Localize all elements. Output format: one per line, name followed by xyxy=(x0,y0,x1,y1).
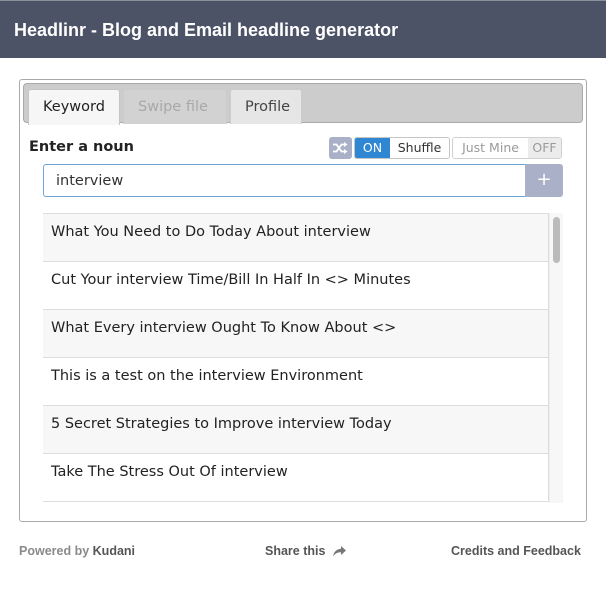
headline-item[interactable]: This is a test on the interview Environm… xyxy=(43,358,549,406)
headline-item[interactable]: 5 Secret Strategies to Improve interview… xyxy=(43,406,549,454)
powered-by: Powered by Kudani xyxy=(19,544,135,558)
main-panel: Keyword Swipe file Profile Enter a noun … xyxy=(19,79,587,522)
shuffle-toggle[interactable]: ON Shuffle xyxy=(354,137,450,159)
noun-label: Enter a noun xyxy=(29,139,134,155)
share-arrow-icon xyxy=(333,545,347,556)
app-title: Headlinr - Blog and Email headline gener… xyxy=(14,20,399,40)
tab-bar: Keyword Swipe file Profile xyxy=(23,83,583,125)
tab-swipe-file[interactable]: Swipe file xyxy=(123,89,227,124)
share-label: Share this xyxy=(265,544,326,558)
just-mine-toggle[interactable]: Just Mine OFF xyxy=(452,137,562,159)
shuffle-icon xyxy=(333,142,348,154)
headline-list-scrollbar[interactable] xyxy=(549,213,563,503)
scrollbar-thumb[interactable] xyxy=(553,217,560,263)
powered-by-brand-link[interactable]: Kudani xyxy=(93,544,135,558)
add-noun-button[interactable]: + xyxy=(525,164,563,197)
just-mine-toggle-state: OFF xyxy=(528,138,561,158)
tab-keyword[interactable]: Keyword xyxy=(28,89,120,125)
powered-by-prefix: Powered by xyxy=(19,544,90,558)
shuffle-toggle-state: ON xyxy=(355,138,390,158)
credits-feedback-link[interactable]: Credits and Feedback xyxy=(451,544,581,558)
share-link[interactable]: Share this xyxy=(265,544,347,558)
noun-input[interactable] xyxy=(43,164,526,197)
headline-item[interactable]: Cut Your interview Time/Bill In Half In … xyxy=(43,262,549,310)
shuffle-button[interactable] xyxy=(329,137,352,159)
headline-item[interactable]: What Every interview Ought To Know About… xyxy=(43,310,549,358)
headline-item[interactable]: What You Need to Do Today About intervie… xyxy=(43,214,549,262)
headline-list: What You Need to Do Today About intervie… xyxy=(43,213,549,503)
tab-profile[interactable]: Profile xyxy=(230,89,302,124)
headline-item[interactable]: Take The Stress Out Of interview xyxy=(43,454,549,502)
app-header: Headlinr - Blog and Email headline gener… xyxy=(0,0,606,58)
shuffle-toggle-label: Shuffle xyxy=(390,138,449,158)
just-mine-toggle-label: Just Mine xyxy=(453,138,528,158)
